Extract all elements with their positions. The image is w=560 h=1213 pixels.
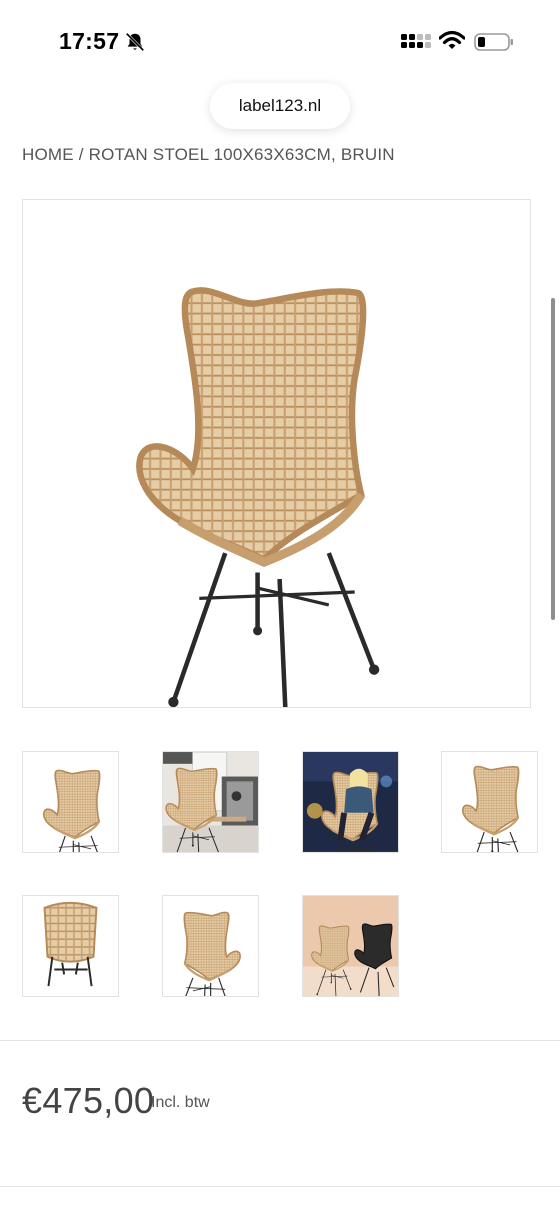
chair-side-image (179, 911, 242, 996)
breadcrumb: HOME / ROTAN STOEL 100X63X63CM, BRUIN (22, 145, 395, 165)
chair-front-image (43, 901, 98, 987)
breadcrumb-current: ROTAN STOEL 100X63X63CM, BRUIN (88, 145, 395, 164)
thumbnail-1[interactable] (22, 751, 119, 853)
status-time: 17:57 (59, 28, 120, 54)
chair-thumbnail-image (461, 765, 524, 852)
natural-and-black-chairs-image (303, 896, 398, 996)
thumbnail-4[interactable] (441, 751, 538, 853)
bell-slash-icon (125, 32, 145, 52)
thumbnail-3[interactable] (302, 751, 399, 853)
url-text: label123.nl (238, 96, 322, 115)
divider (0, 1186, 560, 1187)
breadcrumb-home-link[interactable]: HOME (22, 145, 74, 164)
thumbnail-6[interactable] (162, 895, 259, 997)
product-main-image[interactable] (22, 199, 531, 708)
chair-thumbnail-image (42, 769, 105, 852)
battery-icon (474, 33, 513, 51)
url-bar[interactable]: label123.nl (210, 83, 350, 129)
thumbnail-5[interactable] (22, 895, 119, 997)
interior-scene-image (163, 752, 258, 852)
woman-seated-image (303, 752, 398, 852)
scrollbar[interactable] (551, 298, 555, 620)
thumbnail-2[interactable] (162, 751, 259, 853)
rattan-chair-image (23, 200, 530, 707)
cellular-signal-icon (401, 34, 431, 48)
product-price: €475,00 (22, 1080, 155, 1121)
status-bar: 17:57 (0, 0, 560, 80)
vat-note: Incl. btw (151, 1094, 210, 1111)
divider (0, 1040, 560, 1041)
thumbnail-7[interactable] (302, 895, 399, 997)
wifi-icon (439, 30, 465, 49)
breadcrumb-separator: / (78, 145, 84, 164)
